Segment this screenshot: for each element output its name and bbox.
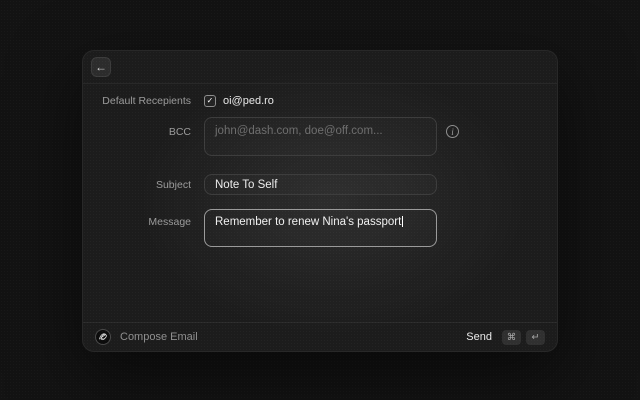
- footer-right: Send ⌘ ↵: [466, 330, 545, 345]
- default-recipients-value: oi@ped.ro: [223, 95, 274, 107]
- bcc-label: BCC: [83, 117, 191, 138]
- checkmark-icon: ✓: [207, 97, 214, 105]
- back-arrow-icon: ←: [95, 61, 107, 73]
- subject-label: Subject: [83, 179, 191, 191]
- page-background: { "colors": { "page_bg": "#131313", "mod…: [0, 0, 640, 400]
- message-text: Remember to renew Nina's passport: [215, 216, 401, 228]
- text-cursor: [402, 216, 403, 227]
- bcc-input[interactable]: [204, 117, 437, 156]
- back-button[interactable]: ←: [91, 57, 111, 77]
- command-key-icon: ⌘: [502, 330, 521, 345]
- info-icon-glyph: i: [451, 127, 454, 137]
- bcc-row: BCC i: [83, 117, 557, 156]
- subject-input[interactable]: [204, 174, 437, 195]
- message-input[interactable]: Remember to renew Nina's passport: [204, 209, 437, 247]
- default-recipients-checkbox[interactable]: ✓: [204, 95, 216, 107]
- modal-header: ←: [83, 51, 557, 84]
- default-recipients-row: Default Recepients ✓ oi@ped.ro: [83, 93, 557, 108]
- compose-form: Default Recepients ✓ oi@ped.ro BCC i Sub…: [83, 84, 557, 247]
- footer-left: Compose Email: [95, 329, 198, 345]
- send-button[interactable]: Send: [466, 331, 492, 343]
- message-row: Message Remember to renew Nina's passpor…: [83, 209, 557, 247]
- default-recipients-control: ✓ oi@ped.ro: [204, 95, 274, 107]
- modal-footer: Compose Email Send ⌘ ↵: [83, 322, 557, 351]
- default-recipients-label: Default Recepients: [83, 95, 191, 107]
- app-title: Compose Email: [120, 331, 198, 343]
- scribble-logo-icon: [95, 329, 111, 345]
- subject-row: Subject: [83, 174, 557, 195]
- return-key-icon: ↵: [526, 330, 545, 345]
- message-label: Message: [83, 209, 191, 228]
- info-icon[interactable]: i: [446, 125, 459, 138]
- compose-email-modal: ← Default Recepients ✓ oi@ped.ro BCC i S…: [82, 50, 558, 352]
